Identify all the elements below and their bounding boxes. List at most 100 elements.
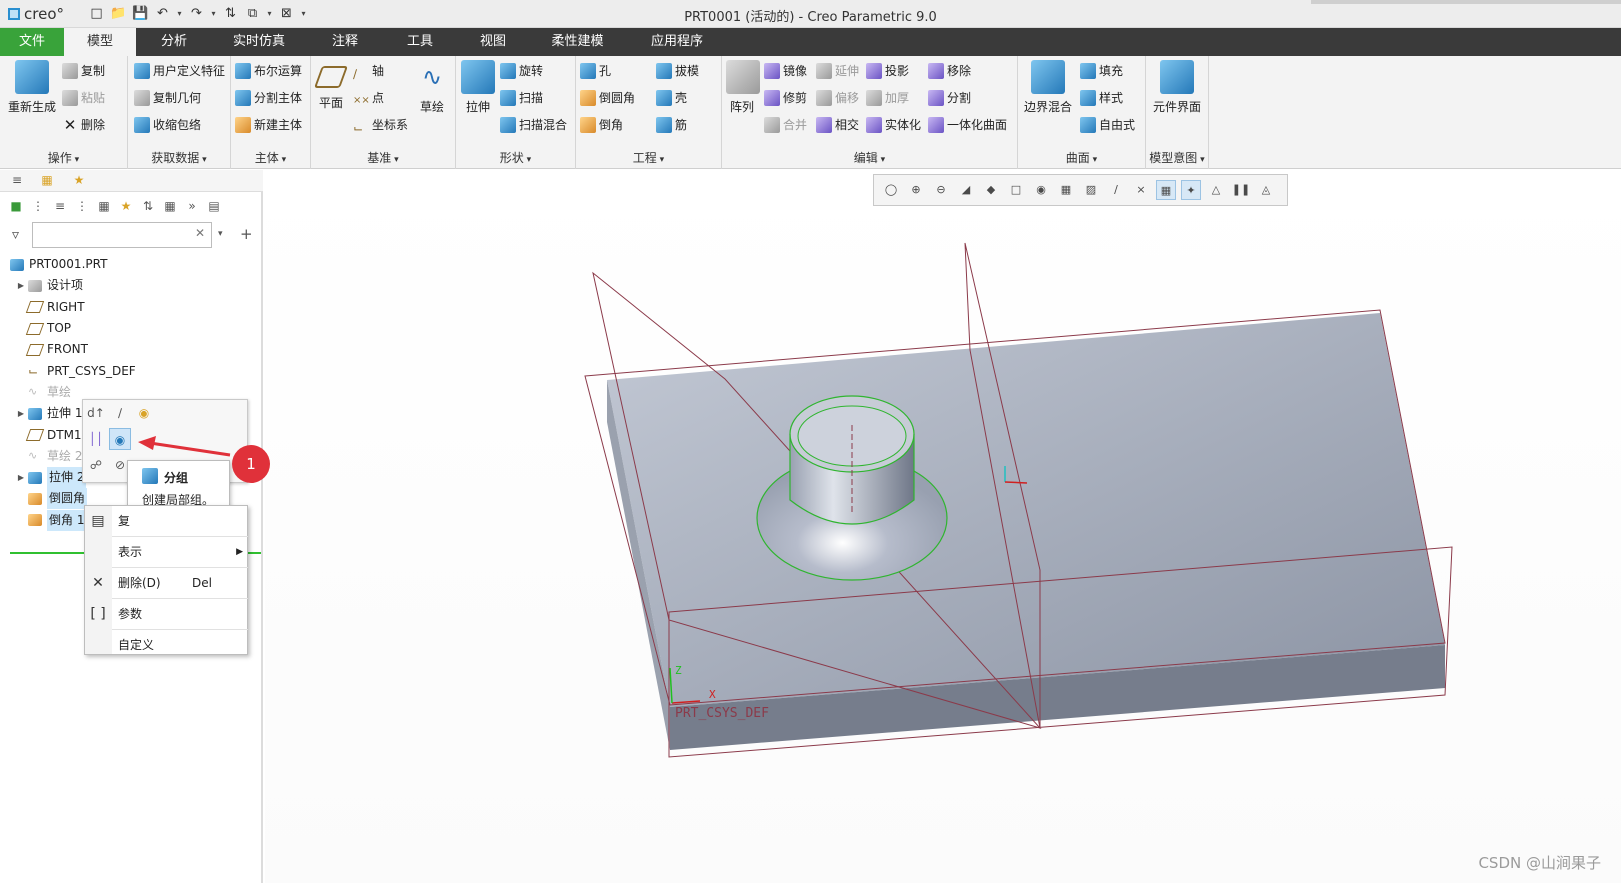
tree-settings-icon[interactable]: ★ bbox=[118, 198, 134, 214]
revolve-button[interactable]: 旋转 bbox=[500, 60, 543, 82]
datum-display-icon[interactable]: × bbox=[1131, 180, 1151, 200]
tree-columns-icon[interactable]: ≡ bbox=[52, 198, 68, 214]
tree-layout-icon[interactable]: ▦ bbox=[162, 198, 178, 214]
appearance-icon[interactable]: ◉ bbox=[133, 402, 155, 424]
tab-model[interactable]: 模型 bbox=[64, 28, 136, 56]
tree-sort-icon[interactable]: ⇅ bbox=[140, 198, 156, 214]
tree-item-top[interactable]: TOP bbox=[0, 318, 263, 339]
tab-file[interactable]: 文件 bbox=[0, 28, 64, 56]
refit-icon[interactable]: ◯ bbox=[881, 180, 901, 200]
search-dropdown-icon[interactable]: ▾ bbox=[218, 229, 223, 239]
sweep-button[interactable]: 扫描 bbox=[500, 87, 543, 109]
group-label-operations[interactable]: 操作 bbox=[0, 149, 127, 166]
group-label-surfaces[interactable]: 曲面 bbox=[1018, 149, 1145, 166]
csys-button[interactable]: ⌙坐标系 bbox=[353, 114, 408, 136]
extrude-button[interactable]: 拉伸 bbox=[460, 60, 496, 115]
more-icon[interactable]: » bbox=[184, 198, 200, 214]
tree-properties-icon[interactable]: ▤ bbox=[206, 198, 222, 214]
folder-browser-tab-icon[interactable]: ▦ bbox=[38, 173, 56, 189]
sketch-button[interactable]: ∿ 草绘 bbox=[415, 60, 449, 115]
pattern-button[interactable]: 阵列 bbox=[726, 60, 758, 115]
group-label-datum[interactable]: 基准 bbox=[311, 149, 455, 166]
project-button[interactable]: 投影 bbox=[866, 60, 909, 82]
tab-tools[interactable]: 工具 bbox=[385, 28, 455, 56]
merge-button[interactable]: 合并 bbox=[764, 114, 807, 136]
shell-button[interactable]: 壳 bbox=[656, 87, 687, 109]
menu-item-delete[interactable]: ✕删除(D)Del bbox=[85, 568, 249, 598]
extend-button[interactable]: 延伸 bbox=[816, 60, 859, 82]
tab-apps[interactable]: 应用程序 bbox=[632, 28, 722, 56]
swept-blend-button[interactable]: 扫描混合 bbox=[500, 114, 567, 136]
graphics-window[interactable]: X Z PRT_CSYS_DEF bbox=[265, 170, 1621, 883]
mirror-icon[interactable]: ││ bbox=[85, 428, 107, 450]
freestyle-button[interactable]: 自由式 bbox=[1080, 114, 1135, 136]
component-interface-button[interactable]: 元件界面 bbox=[1148, 60, 1206, 115]
view-manager-icon[interactable]: ▦ bbox=[1056, 180, 1076, 200]
rib-button[interactable]: 筋 bbox=[656, 114, 687, 136]
tab-annotate[interactable]: 注释 bbox=[310, 28, 380, 56]
model-tree-tab-icon[interactable]: ≡ bbox=[8, 173, 26, 189]
group-label-model-intent[interactable]: 模型意图 bbox=[1146, 149, 1208, 166]
tab-view[interactable]: 视图 bbox=[458, 28, 528, 56]
boolean-button[interactable]: 布尔运算 bbox=[235, 60, 302, 82]
tree-table-icon[interactable]: ▦ bbox=[96, 198, 112, 214]
new-body-button[interactable]: 新建主体 bbox=[235, 114, 302, 136]
thicken-button[interactable]: 加厚 bbox=[866, 87, 909, 109]
copy-geometry-button[interactable]: 复制几何 bbox=[134, 87, 201, 109]
split-body-button[interactable]: 分割主体 bbox=[235, 87, 302, 109]
info-icon[interactable]: ☍ bbox=[85, 454, 107, 476]
hole-button[interactable]: 孔 bbox=[580, 60, 611, 82]
edit-definition-icon[interactable]: ∕ bbox=[109, 402, 131, 424]
menu-item-parameters[interactable]: [ ]参数 bbox=[85, 599, 249, 629]
tree-filter-icon[interactable]: ⋮ bbox=[30, 198, 46, 214]
tree-expand-icon[interactable]: ⋮ bbox=[74, 198, 90, 214]
clear-search-icon[interactable]: ✕ bbox=[195, 226, 205, 240]
menu-item-display[interactable]: 表示▶ bbox=[85, 537, 249, 567]
tree-item-csys[interactable]: ⌙PRT_CSYS_DEF bbox=[0, 360, 263, 381]
paste-button[interactable]: 粘贴 bbox=[62, 87, 105, 109]
show-icon[interactable]: ■ bbox=[8, 198, 24, 214]
annotation-display-icon[interactable]: ▦ bbox=[1156, 180, 1176, 200]
offset-button[interactable]: 偏移 bbox=[816, 87, 859, 109]
mirror-button[interactable]: 镜像 bbox=[764, 60, 807, 82]
tree-item-design-items[interactable]: ▶设计项 bbox=[0, 275, 263, 296]
add-icon[interactable]: + bbox=[240, 225, 253, 243]
remove-button[interactable]: 移除 bbox=[928, 60, 971, 82]
solidify-button[interactable]: 实体化 bbox=[866, 114, 921, 136]
tree-item-right[interactable]: RIGHT bbox=[0, 297, 263, 318]
display-style-icon[interactable]: ◉ bbox=[1031, 180, 1051, 200]
menu-item-copy[interactable]: ▤复 bbox=[85, 506, 249, 536]
expand-icon[interactable]: ▶ bbox=[14, 403, 28, 424]
intersect-button[interactable]: 相交 bbox=[816, 114, 859, 136]
tab-analysis[interactable]: 分析 bbox=[140, 28, 208, 56]
tab-flexible[interactable]: 柔性建模 bbox=[535, 28, 620, 56]
copy-button[interactable]: 复制 bbox=[62, 60, 105, 82]
tree-root[interactable]: PRT0001.PRT bbox=[0, 254, 263, 275]
pause-icon[interactable]: ❚❚ bbox=[1231, 180, 1251, 200]
regenerate-button[interactable]: 重新生成 bbox=[6, 60, 58, 115]
expand-icon[interactable]: ▶ bbox=[14, 275, 28, 296]
saved-orientations-icon[interactable]: □ bbox=[1006, 180, 1026, 200]
tree-item-front[interactable]: FRONT bbox=[0, 339, 263, 360]
fly-through-icon[interactable]: ◬ bbox=[1256, 180, 1276, 200]
zoom-out-icon[interactable]: ⊖ bbox=[931, 180, 951, 200]
menu-item-customize[interactable]: 自定义 bbox=[85, 630, 249, 660]
delete-button[interactable]: ✕删除 bbox=[62, 114, 105, 136]
shrinkwrap-button[interactable]: 收缩包络 bbox=[134, 114, 201, 136]
fill-button[interactable]: 填充 bbox=[1080, 60, 1123, 82]
round-button[interactable]: 倒圆角 bbox=[580, 87, 635, 109]
edit-dimensions-icon[interactable]: d↑ bbox=[85, 402, 107, 424]
chamfer-button[interactable]: 倒角 bbox=[580, 114, 623, 136]
style-button[interactable]: 样式 bbox=[1080, 87, 1123, 109]
expand-icon[interactable]: ▶ bbox=[14, 467, 28, 488]
boundary-blend-button[interactable]: 边界混合 bbox=[1022, 60, 1074, 115]
appearance-icon[interactable]: △ bbox=[1206, 180, 1226, 200]
group-icon[interactable]: ◉ bbox=[109, 428, 131, 450]
plane-button[interactable]: 平面 bbox=[315, 60, 347, 111]
spin-center-icon[interactable]: ✦ bbox=[1181, 180, 1201, 200]
group-label-engineering[interactable]: 工程 bbox=[576, 149, 721, 166]
tab-simulation[interactable]: 实时仿真 bbox=[218, 28, 300, 56]
filter-icon[interactable]: ▿ bbox=[12, 227, 19, 243]
group-label-shapes[interactable]: 形状 bbox=[456, 149, 575, 166]
zoom-in-icon[interactable]: ⊕ bbox=[906, 180, 926, 200]
